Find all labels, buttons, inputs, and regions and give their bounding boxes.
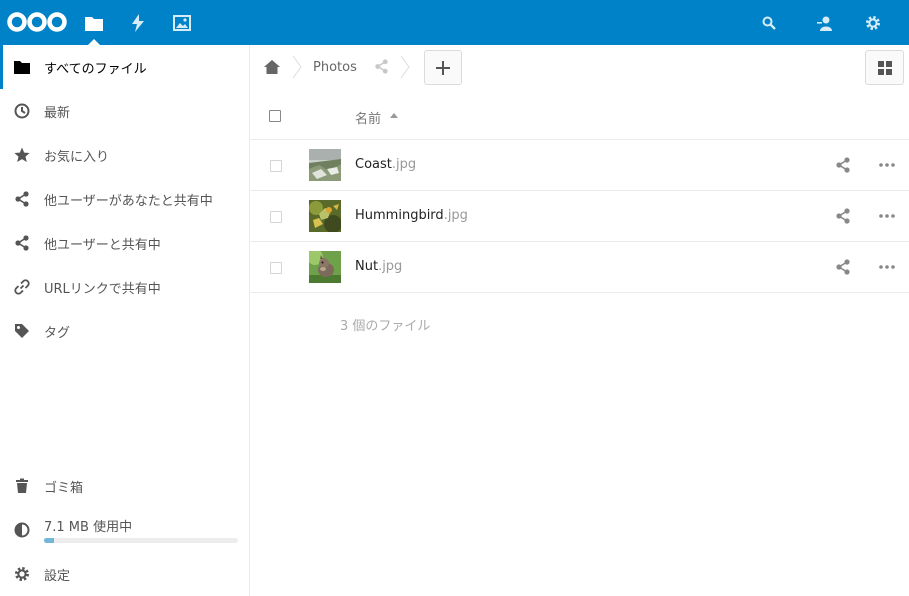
share-icon[interactable] [374,59,389,74]
file-extension: .jpg [443,208,468,223]
row-checkbox[interactable] [270,160,282,172]
file-list-area: Photos 名前 Coast.jpg Hummingbird.jpg Nut.… [250,45,909,596]
share-icon [15,235,29,251]
clock-icon [14,103,30,119]
quota-progress-fill [44,538,54,543]
more-options-icon[interactable] [878,208,896,224]
sidebar-item-label: タグ [44,325,71,341]
row-checkbox[interactable] [270,262,282,274]
trash-icon [16,478,28,493]
app-navigation: すべてのファイル 最新 お気に入り 他ユーザーがあなたと共有中 他ユーザーと共有… [0,45,250,596]
settings-icon [866,15,880,30]
app-gallery[interactable] [160,0,204,45]
file-base-name: Hummingbird [355,208,444,223]
settings-menu-button[interactable] [853,0,893,45]
home-icon[interactable] [264,60,280,74]
table-row[interactable]: Coast.jpg [250,140,909,191]
sidebar-item-shared-by-link[interactable]: URLリンクで共有中 [0,265,249,309]
view-toggle-button[interactable] [865,50,904,85]
sidebar-item-label: お気に入り [44,149,110,165]
sidebar-item-shared-with-you[interactable]: 他ユーザーがあなたと共有中 [0,177,249,221]
more-options-icon[interactable] [878,157,896,173]
share-icon[interactable] [835,157,851,173]
folder-icon [14,61,30,74]
name-column-header[interactable]: 名前 [355,108,381,127]
file-extension: .jpg [391,157,417,172]
nextcloud-logo-icon[interactable] [6,11,68,33]
quota-text: 7.1 MB 使用中 [44,520,133,535]
table-row[interactable]: Hummingbird.jpg [250,191,909,242]
row-checkbox[interactable] [270,211,282,223]
top-header [0,0,909,45]
share-icon[interactable] [835,259,851,275]
sidebar-item-all-files[interactable]: すべてのファイル [0,45,249,89]
table-row[interactable]: Nut.jpg [250,242,909,293]
file-name[interactable]: Hummingbird.jpg [355,208,468,223]
file-name[interactable]: Nut.jpg [355,259,402,274]
settings-icon [15,567,29,581]
file-base-name: Nut [355,259,379,274]
breadcrumb-separator-icon [400,55,410,79]
sidebar-item-label: 他ユーザーがあなたと共有中 [44,193,213,209]
share-icon[interactable] [835,208,851,224]
file-extension: .jpg [378,259,403,274]
select-all-checkbox[interactable] [269,110,281,122]
sidebar-item-settings[interactable]: 設定 [0,552,249,596]
file-base-name: Coast [355,157,392,172]
sidebar-item-label: 最新 [44,105,71,121]
sidebar-item-shared-with-others[interactable]: 他ユーザーと共有中 [0,221,249,265]
breadcrumb-separator-icon [292,55,302,79]
quota-progress-bar [44,538,238,543]
sidebar-item-label: URLリンクで共有中 [44,281,161,297]
plus-icon [436,60,450,75]
sort-ascending-icon [390,113,398,118]
table-header: 名前 [250,95,909,140]
sidebar-item-tags[interactable]: タグ [0,309,249,353]
sidebar-item-favorites[interactable]: お気に入り [0,133,249,177]
sidebar-item-label: すべてのファイル [44,61,147,77]
nut-thumbnail [309,251,341,283]
share-icon [15,191,29,207]
folder-icon [85,16,103,31]
search-button[interactable] [749,0,789,45]
quota-pie-icon [14,522,30,538]
hummingbird-thumbnail [309,200,341,232]
coast-thumbnail [309,149,341,181]
search-icon [762,16,776,30]
sidebar-item-recent[interactable]: 最新 [0,89,249,133]
sidebar-item-label: 設定 [44,568,71,584]
sidebar-item-label: 他ユーザーと共有中 [44,237,161,253]
breadcrumb: Photos [250,45,909,89]
more-options-icon[interactable] [878,259,896,275]
file-name[interactable]: Coast.jpg [355,157,416,172]
quota-indicator: 7.1 MB 使用中 [0,508,249,552]
grid-icon [877,60,892,75]
tag-icon [15,324,29,338]
new-file-button[interactable] [424,50,462,85]
app-activity[interactable] [116,0,160,45]
sidebar-item-label: ゴミ箱 [44,480,84,496]
bolt-icon [132,13,144,32]
breadcrumb-folder[interactable]: Photos [313,60,357,75]
sidebar-item-trash[interactable]: ゴミ箱 [0,464,249,508]
star-icon [14,147,30,162]
image-icon [173,14,191,31]
link-icon [14,279,30,295]
contacts-button[interactable] [805,0,845,45]
app-files[interactable] [72,0,116,45]
file-count-summary: 3 個のファイル [340,319,431,334]
contacts-icon [817,16,832,31]
